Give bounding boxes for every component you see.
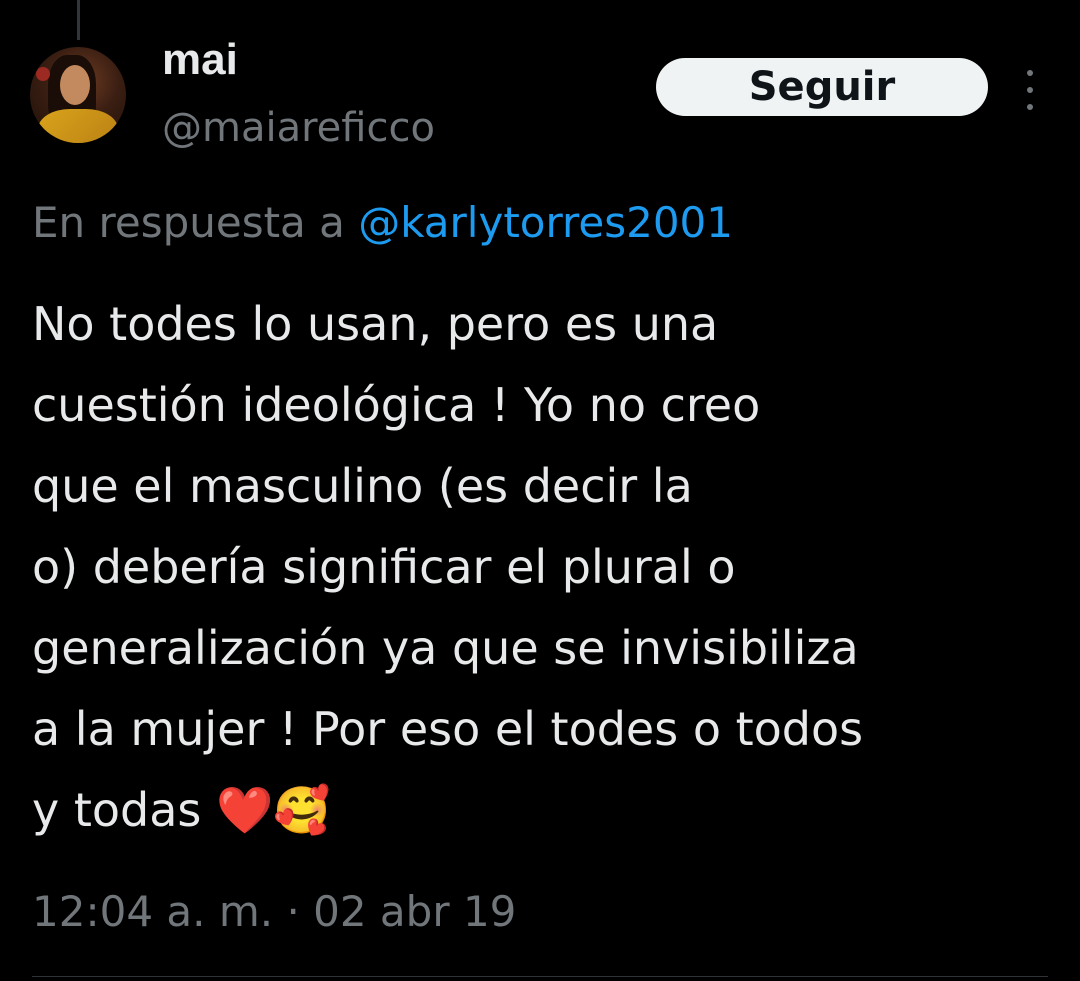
tweet-text: No todes lo usan, pero es una cuestión i… [32, 284, 1072, 851]
tweet-text-line: o) debería significar el plural o [32, 540, 736, 594]
user-display-name[interactable]: mai [162, 34, 238, 86]
tweet-text-line: No todes lo usan, pero es una [32, 297, 719, 351]
more-dot [1027, 70, 1033, 76]
tweet-text-line: a la mujer ! Por eso el todes o todos [32, 702, 864, 756]
avatar[interactable] [30, 47, 126, 143]
reply-context: En respuesta a @karlytorres2001 [32, 195, 733, 251]
more-dot [1027, 87, 1033, 93]
reply-mention-link[interactable]: @karlytorres2001 [358, 198, 733, 247]
tweet-text-line: que el masculino (es decir la [32, 459, 693, 513]
avatar-shirt [38, 109, 118, 143]
avatar-face [60, 65, 90, 105]
divider [32, 976, 1048, 977]
more-vertical-icon[interactable] [1018, 70, 1042, 110]
tweet-text-line: cuestión ideológica ! Yo no creo [32, 378, 761, 432]
avatar-flower [36, 67, 50, 81]
more-dot [1027, 104, 1033, 110]
tweet-text-line: generalización ya que se invisibiliza [32, 621, 859, 675]
tweet-text-line: y todas ❤️🥰 [32, 783, 331, 837]
tweet-timestamp[interactable]: 12:04 a. m. · 02 abr 19 [32, 884, 516, 940]
thread-connector-line [77, 0, 80, 40]
user-handle[interactable]: @maiareficco [162, 102, 435, 154]
follow-button[interactable]: Seguir [656, 58, 988, 116]
reply-prefix: En respuesta a [32, 198, 359, 247]
